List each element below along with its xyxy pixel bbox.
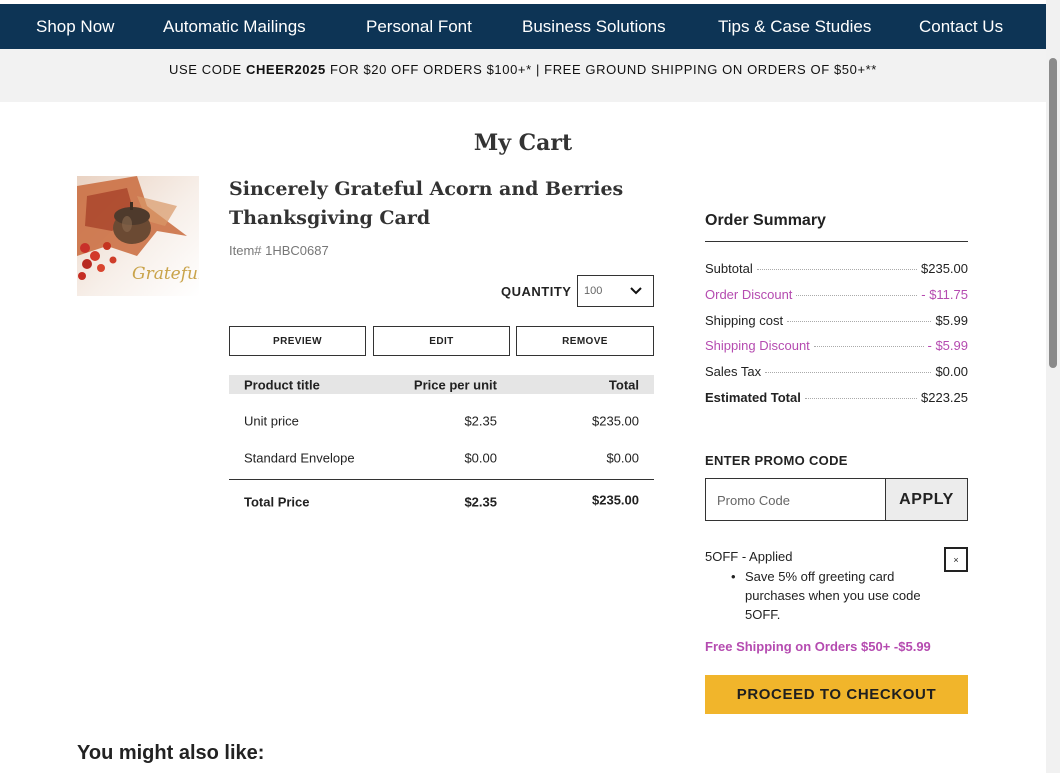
- close-icon[interactable]: ×: [944, 547, 968, 572]
- summary-row-subtotal: Subtotal $235.00: [705, 261, 968, 287]
- summary-value: - $5.99: [927, 338, 968, 354]
- dotted-leader: [765, 372, 932, 374]
- applied-code: 5OFF - Applied: [705, 549, 793, 564]
- price-table: Product title Price per unit Total Unit …: [229, 375, 654, 524]
- nav-tips-case-studies[interactable]: Tips & Case Studies: [718, 17, 871, 37]
- summary-row-shipping-cost: Shipping cost $5.99: [705, 313, 968, 339]
- item-number: Item# 1HBC0687: [229, 243, 329, 258]
- promo-code-label: ENTER PROMO CODE: [705, 453, 848, 468]
- row-price: $0.00: [464, 450, 497, 465]
- dotted-leader: [796, 294, 918, 296]
- price-table-header: Product title Price per unit Total: [229, 375, 654, 394]
- summary-value: - $11.75: [921, 286, 968, 302]
- order-summary-title: Order Summary: [705, 212, 968, 242]
- summary-row-estimated-total: Estimated Total $223.25: [705, 390, 968, 416]
- nav-contact-us[interactable]: Contact Us: [919, 17, 1003, 37]
- main-navigation: Shop Now Automatic Mailings Personal Fon…: [0, 4, 1046, 49]
- table-row: Unit price $2.35 $235.00: [229, 402, 654, 439]
- summary-label: Sales Tax: [705, 364, 762, 380]
- remove-button[interactable]: REMOVE: [516, 326, 654, 356]
- summary-label: Subtotal: [705, 261, 753, 276]
- row-price: $2.35: [464, 413, 497, 428]
- summary-row-sales-tax: Sales Tax $0.00: [705, 364, 968, 390]
- row-total: $235.00: [592, 413, 639, 428]
- page-title: My Cart: [473, 130, 573, 156]
- header-total: Total: [608, 377, 639, 392]
- row-total: $0.00: [606, 450, 639, 465]
- proceed-to-checkout-button[interactable]: PROCEED TO CHECKOUT: [705, 675, 968, 714]
- product-title[interactable]: Sincerely Grateful Acorn and Berries Tha…: [229, 175, 629, 233]
- free-shipping-note: Free Shipping on Orders $50+ -$5.99: [705, 639, 931, 654]
- total-price-unit: $2.35: [464, 494, 497, 510]
- total-price-label: Total Price: [244, 494, 310, 510]
- total-price-value: $235.00: [592, 492, 639, 508]
- summary-label: Shipping cost: [705, 312, 784, 328]
- apply-button[interactable]: APPLY: [885, 478, 968, 521]
- row-title: Unit price: [244, 413, 299, 428]
- table-row: Standard Envelope $0.00 $0.00: [229, 439, 654, 476]
- summary-label: Order Discount: [705, 286, 793, 302]
- summary-label: Shipping Discount: [705, 338, 810, 354]
- summary-value: $235.00: [921, 261, 968, 276]
- row-title: Standard Envelope: [244, 450, 355, 465]
- summary-value: $0.00: [935, 364, 968, 380]
- preview-button[interactable]: PREVIEW: [229, 326, 366, 356]
- summary-row-shipping-discount: Shipping Discount - $5.99: [705, 338, 968, 364]
- dotted-leader: [804, 397, 917, 399]
- promo-banner-prefix: USE CODE: [169, 62, 246, 77]
- header-price-per-unit: Price per unit: [413, 377, 497, 392]
- total-price-row: Total Price $2.35 $235.00: [229, 480, 654, 524]
- product-artwork-text: Grateful: [132, 264, 199, 284]
- promo-banner-suffix: FOR $20 OFF ORDERS $100+* | FREE GROUND …: [325, 62, 877, 77]
- product-artwork: Grateful: [77, 176, 199, 284]
- dotted-leader: [813, 346, 924, 348]
- page-scrollbar[interactable]: [1046, 0, 1060, 773]
- scrollbar-thumb[interactable]: [1049, 58, 1057, 368]
- summary-value: $5.99: [935, 312, 968, 328]
- nav-personal-font[interactable]: Personal Font: [366, 17, 472, 37]
- quantity-select[interactable]: 100: [577, 275, 654, 307]
- edit-button[interactable]: EDIT: [373, 326, 510, 356]
- applied-promo: 5OFF - Applied Save 5% off greeting card…: [705, 549, 945, 624]
- applied-description: Save 5% off greeting card purchases when…: [731, 567, 945, 624]
- summary-label: Estimated Total: [705, 389, 801, 405]
- dotted-leader: [756, 269, 917, 270]
- promo-code-input[interactable]: Promo Code: [705, 478, 886, 521]
- recommendations-title: You might also like:: [77, 742, 265, 764]
- quantity-label: QUANTITY: [501, 284, 572, 299]
- dotted-leader: [787, 320, 932, 322]
- order-summary: Order Summary Subtotal $235.00 Order Dis…: [705, 212, 968, 416]
- summary-row-order-discount: Order Discount - $11.75: [705, 287, 968, 313]
- nav-shop-now[interactable]: Shop Now: [36, 17, 114, 37]
- promo-banner-code: CHEER2025: [245, 62, 326, 77]
- quantity-value: 100: [584, 285, 603, 297]
- promo-banner: USE CODE CHEER2025 FOR $20 OFF ORDERS $1…: [0, 49, 1046, 102]
- header-product-title: Product title: [244, 377, 320, 392]
- product-thumbnail[interactable]: Grateful: [77, 176, 199, 296]
- nav-business-solutions[interactable]: Business Solutions: [522, 17, 666, 37]
- chevron-down-icon: [630, 287, 642, 295]
- nav-automatic-mailings[interactable]: Automatic Mailings: [163, 17, 306, 37]
- summary-value: $223.25: [921, 389, 968, 405]
